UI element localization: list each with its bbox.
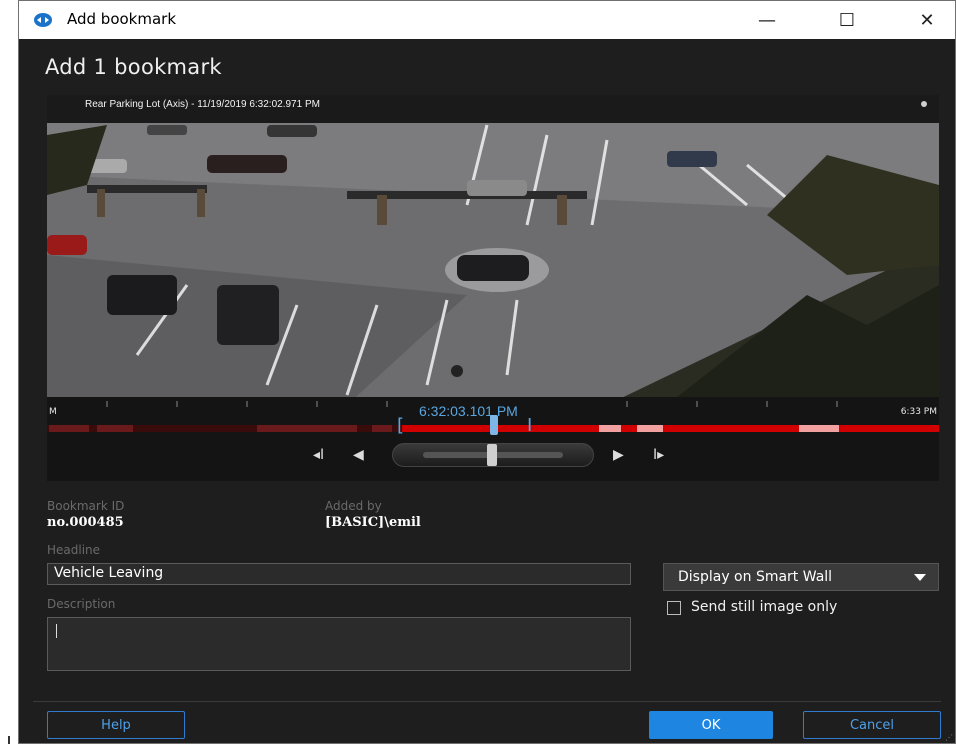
description-label: Description xyxy=(47,597,116,611)
next-frame-icon[interactable]: I▸ xyxy=(653,447,664,463)
desktop-background xyxy=(0,0,18,744)
smart-wall-dropdown-label: Display on Smart Wall xyxy=(678,569,833,585)
desktop-edge-mark xyxy=(8,736,10,744)
send-still-image-label[interactable]: Send still image only xyxy=(691,599,837,615)
range-end-bracket[interactable]: I xyxy=(527,417,535,437)
current-playback-time: 6:32:03.101 PM xyxy=(419,403,518,419)
bookmark-range-segment xyxy=(402,425,939,432)
play-forward-icon[interactable]: ▶ xyxy=(613,447,624,463)
smart-wall-dropdown[interactable]: Display on Smart Wall xyxy=(663,563,939,591)
previous-frame-icon[interactable]: ◂I xyxy=(313,447,324,463)
ok-button[interactable]: OK xyxy=(649,711,773,739)
motion-segment xyxy=(799,425,839,432)
text-caret xyxy=(56,624,57,638)
dialog-title: Add 1 bookmark xyxy=(45,55,222,79)
playhead-marker[interactable] xyxy=(490,415,498,435)
play-reverse-icon[interactable]: ◀ xyxy=(353,447,364,463)
jog-shuttle-slider[interactable] xyxy=(392,443,594,467)
chevron-down-icon xyxy=(914,574,926,581)
title-bar: Add bookmark — ☐ ✕ xyxy=(19,1,955,39)
motion-segment xyxy=(637,425,663,432)
footer-divider xyxy=(33,701,941,702)
jog-knob[interactable] xyxy=(487,444,497,466)
timeline-end-label: 6:33 PM xyxy=(900,407,937,417)
recording-segment xyxy=(257,425,357,432)
parking-lot-camera-image xyxy=(47,95,939,405)
add-bookmark-window: Add bookmark — ☐ ✕ Add 1 bookmark Rear P… xyxy=(18,0,956,744)
recording-indicator xyxy=(921,101,927,107)
resize-grip-icon[interactable]: ⋰ xyxy=(945,733,953,742)
window-title: Add bookmark xyxy=(67,10,177,28)
added-by-value: [BASIC]\emil xyxy=(325,515,421,530)
added-by-label: Added by xyxy=(325,499,382,513)
bookmark-id-value: no.000485 xyxy=(47,515,124,530)
send-still-image-checkbox[interactable] xyxy=(667,601,681,615)
description-input[interactable] xyxy=(47,617,631,671)
cancel-button[interactable]: Cancel xyxy=(803,711,941,739)
maximize-button[interactable]: ☐ xyxy=(819,1,875,39)
motion-segment xyxy=(599,425,621,432)
recording-segment xyxy=(49,425,89,432)
playback-timeline[interactable]: M 6:33 PM 6:32:03.101 PM [ I ◂I ◀ ▶ I▸ xyxy=(47,397,939,481)
minimize-button[interactable]: — xyxy=(739,1,795,39)
headline-input[interactable]: Vehicle Leaving xyxy=(47,563,631,585)
playback-controls: ◂I ◀ ▶ I▸ xyxy=(47,439,939,475)
bookmark-id-label: Bookmark ID xyxy=(47,499,125,513)
close-button[interactable]: ✕ xyxy=(899,1,955,39)
app-logo-icon xyxy=(34,13,52,27)
timeline-start-label: M xyxy=(49,407,57,417)
recording-segment xyxy=(372,425,392,432)
video-preview: Rear Parking Lot (Axis) - 11/19/2019 6:3… xyxy=(47,95,939,405)
camera-timestamp-label: Rear Parking Lot (Axis) - 11/19/2019 6:3… xyxy=(85,99,320,110)
recording-segment xyxy=(97,425,133,432)
help-button[interactable]: Help xyxy=(47,711,185,739)
headline-label: Headline xyxy=(47,543,101,557)
range-start-bracket[interactable]: [ xyxy=(397,417,405,437)
